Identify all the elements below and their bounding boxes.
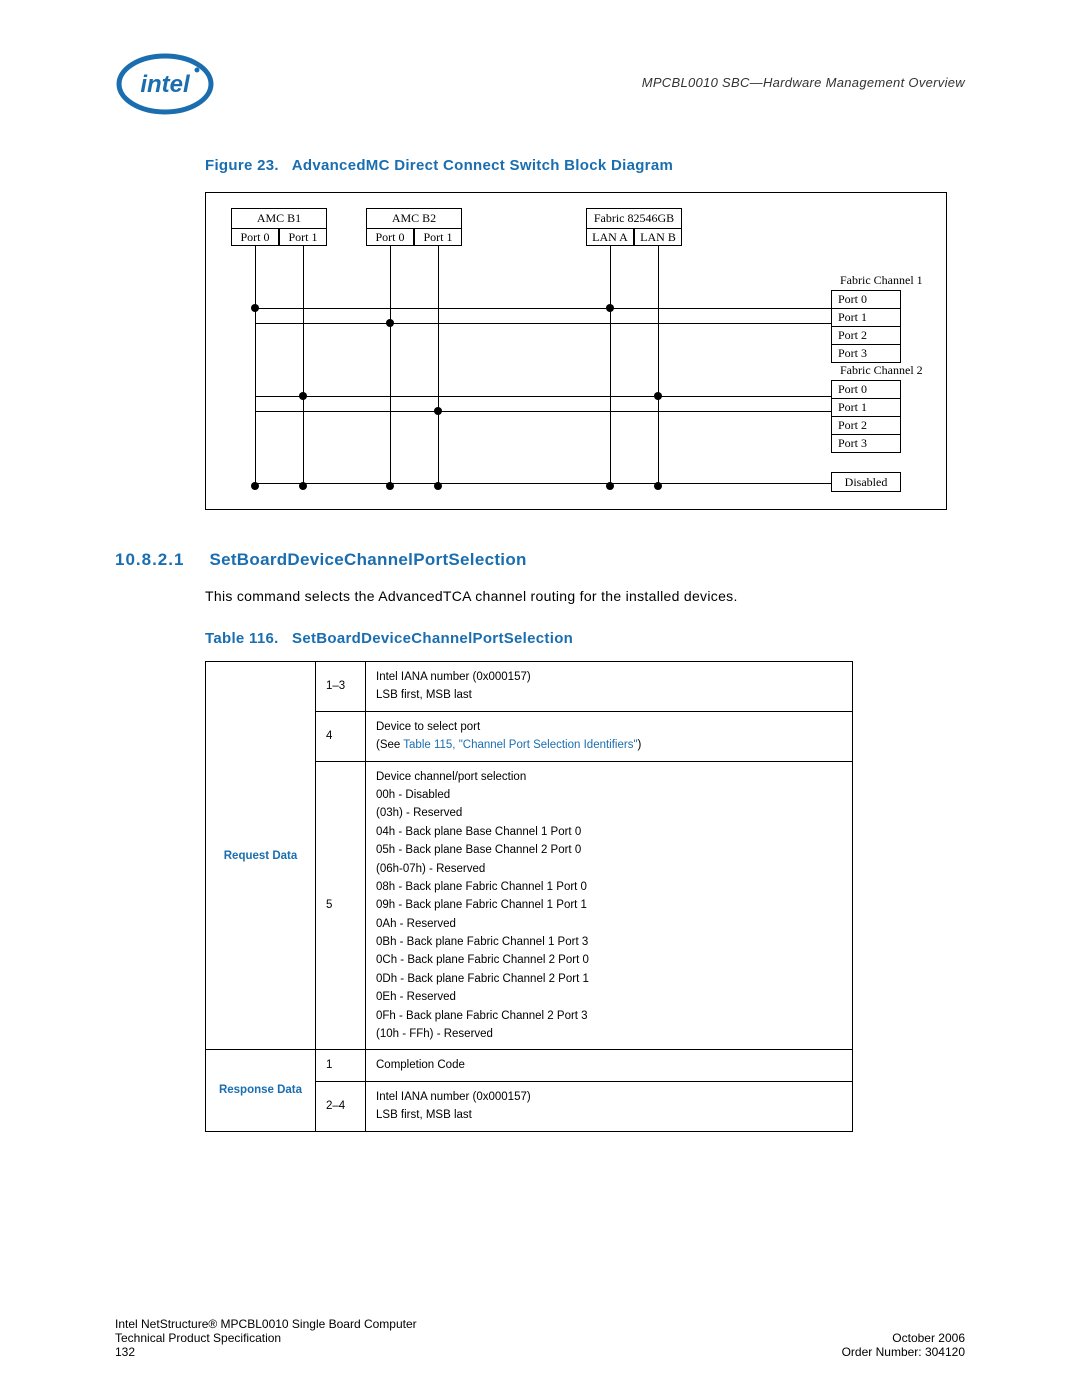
- disabled-box: Disabled: [831, 472, 901, 492]
- section-number: 10.8.2.1: [115, 550, 205, 570]
- table-row: Response Data 1 Completion Code: [206, 1050, 853, 1081]
- footer-l2-right: October 2006: [892, 1331, 965, 1345]
- table-caption-title: SetBoardDeviceChannelPortSelection: [292, 630, 573, 647]
- row1-desc: Intel IANA number (0x000157) LSB first, …: [366, 662, 853, 712]
- resp-row1-bytes: 1: [316, 1050, 366, 1081]
- footer-order-number: Order Number: 304120: [842, 1345, 965, 1359]
- fabric-lan-b: LAN B: [634, 228, 682, 246]
- fc2-p2: Port 2: [832, 417, 900, 435]
- fc1-port-table: Port 0 Port 1 Port 2 Port 3: [831, 290, 901, 363]
- header-doc-title: MPCBL0010 SBC—Hardware Management Overvi…: [642, 75, 965, 90]
- amc-b1-port0: Port 0: [231, 228, 279, 246]
- fabric-chip-label: Fabric 82546GB: [586, 208, 682, 228]
- fc1-p0: Port 0: [832, 291, 900, 309]
- response-data-label: Response Data: [206, 1050, 316, 1131]
- figure-caption: Figure 23. AdvancedMC Direct Connect Swi…: [205, 157, 965, 174]
- row2-bytes: 4: [316, 711, 366, 761]
- fc2-p0: Port 0: [832, 381, 900, 399]
- table-caption: Table 116. SetBoardDeviceChannelPortSele…: [205, 630, 965, 647]
- section-title: SetBoardDeviceChannelPortSelection: [209, 550, 526, 569]
- row3-bytes: 5: [316, 761, 366, 1050]
- footer-page-number: 132: [115, 1345, 135, 1359]
- resp-row2-bytes: 2–4: [316, 1081, 366, 1131]
- footer-l1-left: Intel NetStructure® MPCBL0010 Single Boa…: [115, 1317, 417, 1331]
- amc-b1-port1: Port 1: [279, 228, 327, 246]
- fc2-p1: Port 1: [832, 399, 900, 417]
- row2-desc: Device to select port (See Table 115, "C…: [366, 711, 853, 761]
- fc1-p1: Port 1: [832, 309, 900, 327]
- resp-row1-desc: Completion Code: [366, 1050, 853, 1081]
- amc-b1-label: AMC B1: [231, 208, 327, 228]
- table-caption-prefix: Table 116.: [205, 630, 279, 647]
- fc1-p3: Port 3: [832, 345, 900, 362]
- figure-caption-title: AdvancedMC Direct Connect Switch Block D…: [292, 157, 673, 174]
- amc-b2-port1: Port 1: [414, 228, 462, 246]
- block-diagram: AMC B1 Port 0 Port 1 AMC B2 Port 0 Port …: [205, 192, 947, 510]
- fabric-lan-a: LAN A: [586, 228, 634, 246]
- fc2-label: Fabric Channel 2: [840, 363, 923, 378]
- page-footer: Intel NetStructure® MPCBL0010 Single Boa…: [115, 1317, 965, 1359]
- command-table: Request Data 1–3 Intel IANA number (0x00…: [205, 661, 853, 1132]
- intel-logo: intel: [115, 50, 215, 115]
- table-cross-ref-link[interactable]: Table 115, "Channel Port Selection Ident…: [403, 739, 637, 751]
- section-body: This command selects the AdvancedTCA cha…: [205, 588, 965, 604]
- footer-l2-left: Technical Product Specification: [115, 1331, 281, 1345]
- fc1-label: Fabric Channel 1: [840, 273, 923, 288]
- fc2-p3: Port 3: [832, 435, 900, 452]
- fc1-p2: Port 2: [832, 327, 900, 345]
- resp-row2-desc: Intel IANA number (0x000157) LSB first, …: [366, 1081, 853, 1131]
- row3-desc: Device channel/port selection00h - Disab…: [366, 761, 853, 1050]
- fc2-port-table: Port 0 Port 1 Port 2 Port 3: [831, 380, 901, 453]
- table-row: Request Data 1–3 Intel IANA number (0x00…: [206, 662, 853, 712]
- section-heading: 10.8.2.1 SetBoardDeviceChannelPortSelect…: [115, 550, 965, 570]
- svg-text:intel: intel: [140, 71, 191, 98]
- row1-bytes: 1–3: [316, 662, 366, 712]
- amc-b2-label: AMC B2: [366, 208, 462, 228]
- figure-caption-prefix: Figure 23.: [205, 157, 279, 174]
- request-data-label: Request Data: [206, 662, 316, 1050]
- amc-b2-port0: Port 0: [366, 228, 414, 246]
